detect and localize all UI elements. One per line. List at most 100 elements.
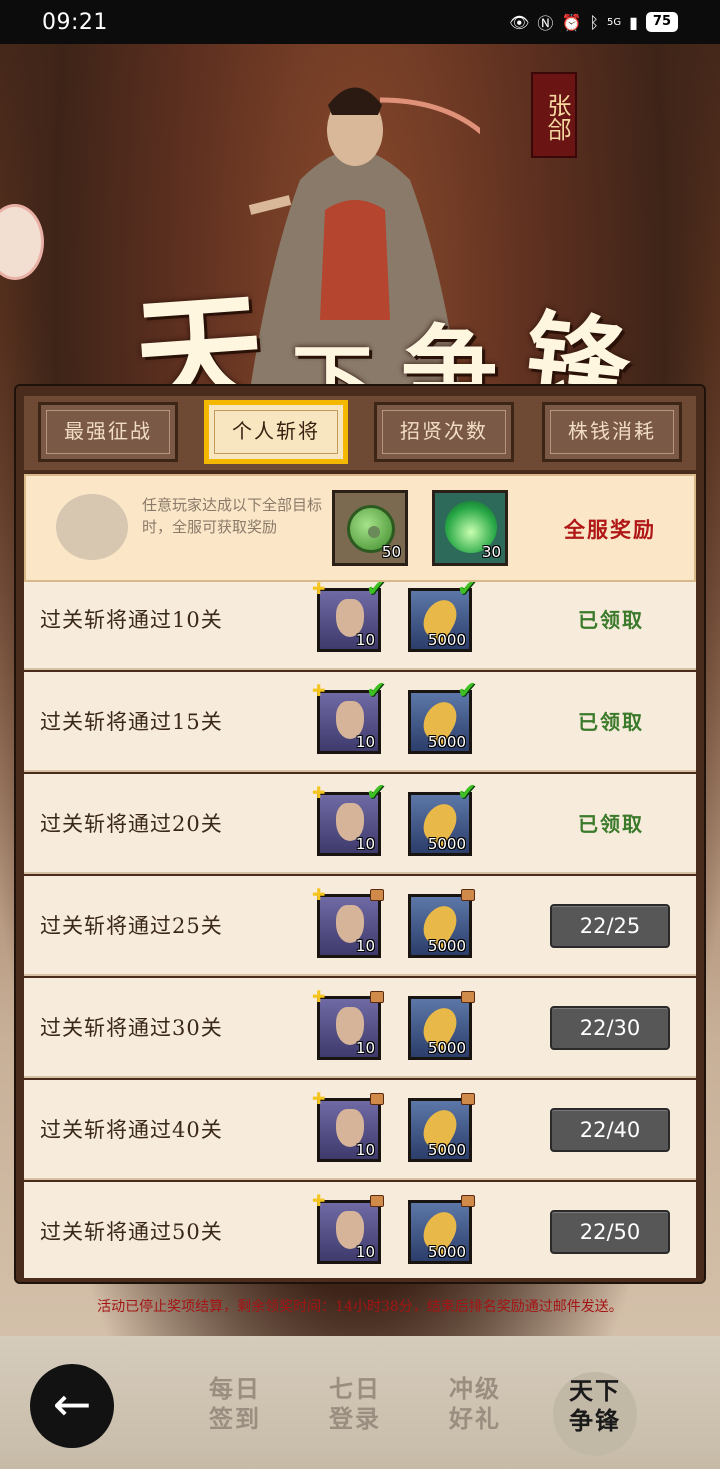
status-icons: 👁 Ⓝ ⏰ ᛒ 5G ▮ 75 xyxy=(509,10,678,34)
plus-icon: ✚ xyxy=(312,681,326,700)
server-reward-description: 任意玩家达成以下全部目标时，全服可获取奖励 xyxy=(142,496,323,536)
bottom-nav: ← 每日 签到 七日 登录 冲级 好礼 天下 争锋 xyxy=(0,1336,720,1469)
lock-icon xyxy=(370,889,384,901)
reward-hero-card[interactable]: ✚ ✔ 10 xyxy=(312,780,386,856)
reward-grain[interactable]: 5000 xyxy=(408,991,475,1060)
nav-line: 好礼 xyxy=(449,1404,501,1433)
progress-button[interactable]: 22/30 xyxy=(550,1006,670,1050)
item-count: 5000 xyxy=(427,1243,466,1261)
tab-recruit-count[interactable]: 招贤次数 xyxy=(374,402,514,462)
item-count: 10 xyxy=(355,835,375,853)
check-icon: ✔ xyxy=(457,778,478,806)
network-label: 5G xyxy=(606,16,622,28)
progress-button[interactable]: 22/40 xyxy=(550,1108,670,1152)
nav-daily-checkin[interactable]: 每日 签到 xyxy=(200,1374,270,1434)
quest-row: 过关斩将通过40关 ✚ 10 5000 22/40 xyxy=(24,1080,696,1180)
nav-line: 登录 xyxy=(329,1404,381,1433)
bluetooth-icon: ᛒ xyxy=(589,12,599,32)
claimed-status: 已领取 xyxy=(578,608,644,632)
nav-line: 天下 xyxy=(569,1376,621,1405)
quest-list[interactable]: 过关斩将通过10关 ✚ ✔ 10 ✔ 5000 已领取 过关斩将通过15关 ✚ … xyxy=(24,582,696,1278)
check-icon: ✔ xyxy=(457,676,478,704)
back-arrow-icon[interactable]: ← xyxy=(30,1364,114,1448)
status-bar: 09:21 👁 Ⓝ ⏰ ᛒ 5G ▮ 75 xyxy=(0,0,720,44)
hero-name-seal: 张郃 xyxy=(531,72,577,158)
status-time: 09:21 xyxy=(42,9,108,35)
reward-count: 50 xyxy=(381,543,401,561)
plus-icon: ✚ xyxy=(312,885,326,904)
item-count: 10 xyxy=(355,733,375,751)
quest-label: 过关斩将通过30关 xyxy=(40,1016,223,1040)
battery-icon: 75 xyxy=(645,12,678,32)
quest-row: 过关斩将通过15关 ✚ ✔ 10 ✔ 5000 已领取 xyxy=(24,672,696,772)
reward-grain[interactable]: 5000 xyxy=(408,1195,475,1264)
lock-icon xyxy=(461,1195,475,1207)
quest-label: 过关斩将通过10关 xyxy=(40,608,223,632)
item-count: 10 xyxy=(355,631,375,649)
reward-grain[interactable]: ✔ 5000 xyxy=(408,582,477,652)
item-count: 5000 xyxy=(427,631,466,649)
reward-count: 30 xyxy=(481,543,501,561)
tab-strongest-campaign[interactable]: 最强征战 xyxy=(38,402,178,462)
quest-label: 过关斩将通过25关 xyxy=(40,914,223,938)
nav-line: 七日 xyxy=(329,1374,381,1403)
lock-icon xyxy=(461,991,475,1003)
item-count: 5000 xyxy=(427,937,466,955)
tab-bar: 最强征战 个人斩将 招贤次数 株钱消耗 xyxy=(24,396,696,470)
nfc-icon: Ⓝ xyxy=(537,14,554,33)
progress-button[interactable]: 22/50 xyxy=(550,1210,670,1254)
plus-icon: ✚ xyxy=(312,987,326,1006)
item-count: 10 xyxy=(355,937,375,955)
quest-row: 过关斩将通过25关 ✚ 10 5000 22/25 xyxy=(24,876,696,976)
lock-icon xyxy=(461,889,475,901)
item-count: 5000 xyxy=(427,1039,466,1057)
quest-row: 过关斩将通过20关 ✚ ✔ 10 ✔ 5000 已领取 xyxy=(24,774,696,874)
plus-icon: ✚ xyxy=(312,582,326,598)
tab-personal-slay[interactable]: 个人斩将 xyxy=(206,402,346,462)
quest-row: 过关斩将通过50关 ✚ 10 5000 22/50 xyxy=(24,1182,696,1278)
tab-coin-consumption[interactable]: 株钱消耗 xyxy=(542,402,682,462)
nav-line: 签到 xyxy=(209,1404,261,1433)
item-count: 5000 xyxy=(427,733,466,751)
server-reward-label: 全服奖励 xyxy=(564,517,656,542)
plus-icon: ✚ xyxy=(312,1089,326,1108)
item-count: 5000 xyxy=(427,835,466,853)
quest-label: 过关斩将通过15关 xyxy=(40,710,223,734)
lock-icon xyxy=(461,1093,475,1105)
reward-grain[interactable]: 5000 xyxy=(408,889,475,958)
item-count: 10 xyxy=(355,1243,375,1261)
quest-label: 过关斩将通过50关 xyxy=(40,1220,223,1244)
reward-hero-card[interactable]: ✚ ✔ 10 xyxy=(312,582,386,652)
reward-item[interactable]: 30 xyxy=(432,490,508,566)
reward-hero-card[interactable]: ✚ 10 xyxy=(312,887,384,958)
lock-icon xyxy=(370,1093,384,1105)
reward-grain[interactable]: 5000 xyxy=(408,1093,475,1162)
eye-icon: 👁 xyxy=(509,12,530,32)
reward-item[interactable]: 50 xyxy=(332,490,408,566)
quest-label: 过关斩将通过40关 xyxy=(40,1118,223,1142)
claimed-status: 已领取 xyxy=(578,812,644,836)
reward-grain[interactable]: ✔ 5000 xyxy=(408,780,477,856)
plus-icon: ✚ xyxy=(312,783,326,802)
nav-line: 冲级 xyxy=(449,1374,501,1403)
nav-level-gift[interactable]: 冲级 好礼 xyxy=(440,1374,510,1434)
alarm-icon: ⏰ xyxy=(561,12,582,32)
item-count: 10 xyxy=(355,1039,375,1057)
reward-hero-card[interactable]: ✚ 10 xyxy=(312,1091,384,1162)
lock-icon xyxy=(370,1195,384,1207)
reward-grain[interactable]: ✔ 5000 xyxy=(408,678,477,754)
nav-seven-day-login[interactable]: 七日 登录 xyxy=(320,1374,390,1434)
item-count: 10 xyxy=(355,1141,375,1159)
plus-icon: ✚ xyxy=(312,1191,326,1210)
nav-world-contest[interactable]: 天下 争锋 xyxy=(553,1372,637,1456)
nav-line: 每日 xyxy=(209,1374,261,1403)
signal-icon: ▮ xyxy=(629,12,638,32)
reward-hero-card[interactable]: ✚ 10 xyxy=(312,1193,384,1264)
claimed-status: 已领取 xyxy=(578,710,644,734)
progress-button[interactable]: 22/25 xyxy=(550,904,670,948)
event-notice: 活动已停止奖项结算，剩余领奖时间：14小时38分，结束后排名奖励通过邮件发送。 xyxy=(97,1299,623,1315)
reward-hero-card[interactable]: ✚ ✔ 10 xyxy=(312,678,386,754)
check-icon: ✔ xyxy=(366,582,387,602)
quest-row: 过关斩将通过10关 ✚ ✔ 10 ✔ 5000 已领取 xyxy=(24,582,696,670)
reward-hero-card[interactable]: ✚ 10 xyxy=(312,989,384,1060)
